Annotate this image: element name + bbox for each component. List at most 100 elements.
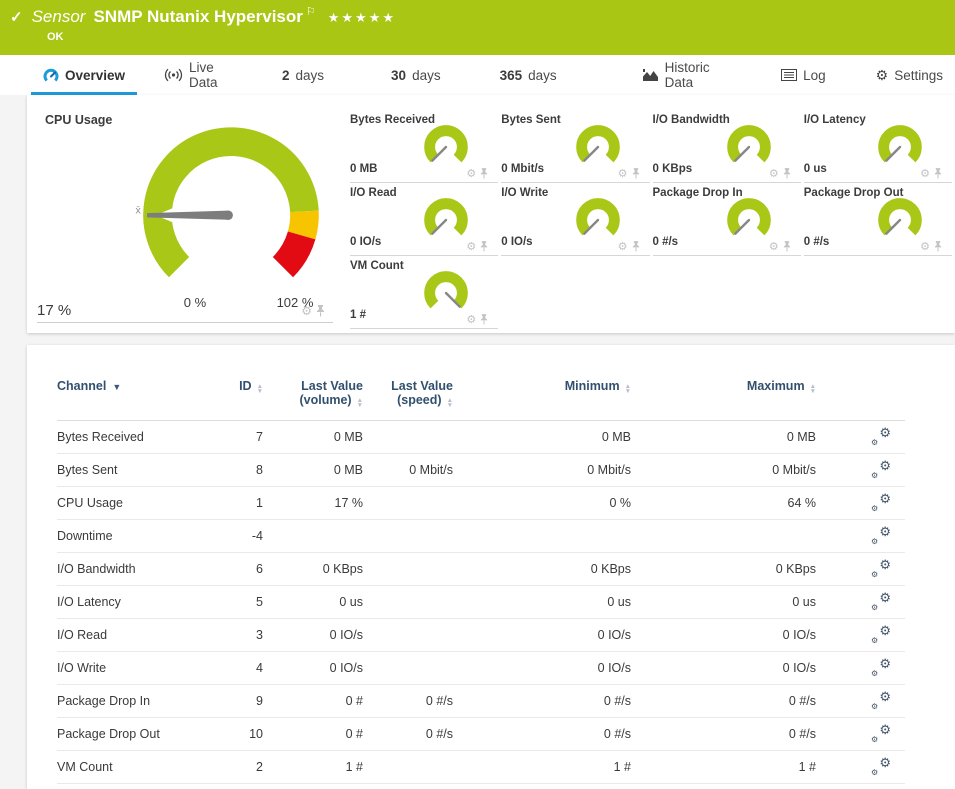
tab-label: Settings: [894, 68, 943, 83]
edit-channel-gears-icon[interactable]: ⚙⚙: [871, 427, 891, 445]
pin-icon[interactable]: [480, 314, 488, 325]
tab-bar: Overview Live Data 2 days 30 days 365 da…: [0, 55, 955, 95]
cpu-gauge-dial: x̄: [121, 115, 341, 325]
pin-icon[interactable]: [480, 241, 488, 252]
minimum-value: 0 %: [467, 487, 645, 520]
gear-icon[interactable]: ⚙: [769, 242, 779, 252]
maximum-value: 0 MB: [645, 421, 830, 454]
column-header-channel[interactable]: Channel▼: [57, 365, 207, 421]
channel-id: 1: [207, 487, 277, 520]
edit-channel-gears-icon[interactable]: ⚙⚙: [871, 526, 891, 544]
channel-name: Bytes Sent: [57, 454, 207, 487]
last-value-volume: 0 #: [277, 685, 377, 718]
edit-channel-gears-icon[interactable]: ⚙⚙: [871, 592, 891, 610]
pin-icon[interactable]: [632, 241, 640, 252]
edit-channel-gears-icon[interactable]: ⚙⚙: [871, 559, 891, 577]
channel-name: Package Drop In: [57, 685, 207, 718]
table-row: Bytes Sent 8 0 MB 0 Mbit/s 0 Mbit/s 0 Mb…: [57, 454, 905, 487]
channel-name: Package Drop Out: [57, 718, 207, 751]
gear-icon[interactable]: ⚙: [920, 169, 930, 179]
pin-icon[interactable]: [934, 168, 942, 179]
last-value-speed: [377, 751, 467, 784]
gear-icon[interactable]: ⚙: [769, 169, 779, 179]
gauge-value: 0 MB: [350, 163, 377, 175]
column-header-minimum[interactable]: Minimum▲▼: [467, 365, 645, 421]
tab-30-days[interactable]: 30 days: [379, 55, 453, 95]
tab-label: days: [528, 68, 557, 83]
edit-channel-gears-icon[interactable]: ⚙⚙: [871, 460, 891, 478]
gauge-value: 0 Mbit/s: [501, 163, 544, 175]
channel-id: 4: [207, 652, 277, 685]
minimum-value: 0 us: [467, 586, 645, 619]
table-row: I/O Latency 5 0 us 0 us 0 us ⚙⚙: [57, 586, 905, 619]
tab-historic-data[interactable]: Historic Data: [630, 55, 728, 95]
edit-channel-gears-icon[interactable]: ⚙⚙: [871, 493, 891, 511]
channel-name: VM Count: [57, 751, 207, 784]
gauge-title: Bytes Sent: [501, 114, 560, 126]
status-check-icon: ✓: [10, 8, 23, 26]
table-row: CPU Usage 1 17 % 0 % 64 % ⚙⚙: [57, 487, 905, 520]
maximum-value: 64 %: [645, 487, 830, 520]
pin-icon[interactable]: [632, 168, 640, 179]
gauge-value: 1 #: [350, 309, 366, 321]
average-marker: x̄: [136, 204, 142, 216]
gear-icon[interactable]: ⚙: [466, 315, 476, 325]
gear-icon[interactable]: ⚙: [618, 169, 628, 179]
gear-icon[interactable]: ⚙: [618, 242, 628, 252]
column-header-last-value-speed[interactable]: Last Value (speed)▲▼: [377, 365, 467, 421]
edit-channel-gears-icon[interactable]: ⚙⚙: [871, 658, 891, 676]
channel-name: Bytes Received: [57, 421, 207, 454]
last-value-volume: 0 #: [277, 718, 377, 751]
gauge-dial: [422, 269, 470, 317]
channel-id: 9: [207, 685, 277, 718]
tab-label: Live Data: [189, 60, 225, 90]
table-row: Bytes Received 7 0 MB 0 MB 0 MB ⚙⚙: [57, 421, 905, 454]
pin-icon[interactable]: [783, 241, 791, 252]
tab-overview[interactable]: Overview: [31, 55, 137, 95]
last-value-volume: 0 MB: [277, 454, 377, 487]
table-row: VM Count 2 1 # 1 # 1 # ⚙⚙: [57, 751, 905, 784]
maximum-value: 0 IO/s: [645, 619, 830, 652]
tab-log[interactable]: Log: [769, 55, 838, 95]
pin-icon[interactable]: [316, 305, 325, 317]
tab-2-days[interactable]: 2 days: [270, 55, 336, 95]
pin-icon[interactable]: [480, 168, 488, 179]
sort-arrows-icon: ▲▼: [357, 398, 363, 408]
maximum-value: 1 #: [645, 751, 830, 784]
gear-icon[interactable]: ⚙: [466, 169, 476, 179]
pin-icon[interactable]: [783, 168, 791, 179]
priority-stars[interactable]: ★★★★★: [328, 10, 396, 26]
channel-id: 2: [207, 751, 277, 784]
pin-icon[interactable]: [934, 241, 942, 252]
tab-settings[interactable]: ⚙ Settings: [864, 55, 955, 95]
gear-icon[interactable]: ⚙: [301, 306, 312, 316]
maximum-value: [645, 520, 830, 553]
tab-365-days[interactable]: 365 days: [488, 55, 569, 95]
edit-channel-gears-icon[interactable]: ⚙⚙: [871, 625, 891, 643]
gear-icon[interactable]: ⚙: [920, 242, 930, 252]
minimum-value: 0 IO/s: [467, 652, 645, 685]
gauge-min-label: 0 %: [175, 295, 215, 310]
gauge-value: 0 IO/s: [501, 236, 532, 248]
channel-name: I/O Read: [57, 619, 207, 652]
column-header-maximum[interactable]: Maximum▲▼: [645, 365, 830, 421]
tab-live-data[interactable]: Live Data: [152, 55, 237, 95]
channel-name: I/O Write: [57, 652, 207, 685]
gear-icon[interactable]: ⚙: [466, 242, 476, 252]
minimum-value: 0 #/s: [467, 685, 645, 718]
edit-channel-gears-icon[interactable]: ⚙⚙: [871, 724, 891, 742]
flag-icon[interactable]: ⚐: [306, 5, 316, 18]
column-header-id[interactable]: ID▲▼: [207, 365, 277, 421]
channel-id: 8: [207, 454, 277, 487]
gauge-panel: I/O Bandwidth 0 KBps ⚙: [653, 110, 801, 183]
gauge-panel: VM Count 1 # ⚙: [350, 256, 498, 329]
column-header-last-value-volume[interactable]: Last Value (volume)▲▼: [277, 365, 377, 421]
edit-channel-gears-icon[interactable]: ⚙⚙: [871, 691, 891, 709]
gauge-current-value: 17 %: [37, 302, 71, 319]
gauge-dial: [876, 196, 924, 244]
last-value-speed: [377, 586, 467, 619]
last-value-speed: [377, 487, 467, 520]
last-value-volume: 1 #: [277, 751, 377, 784]
last-value-volume: 17 %: [277, 487, 377, 520]
edit-channel-gears-icon[interactable]: ⚙⚙: [871, 757, 891, 775]
